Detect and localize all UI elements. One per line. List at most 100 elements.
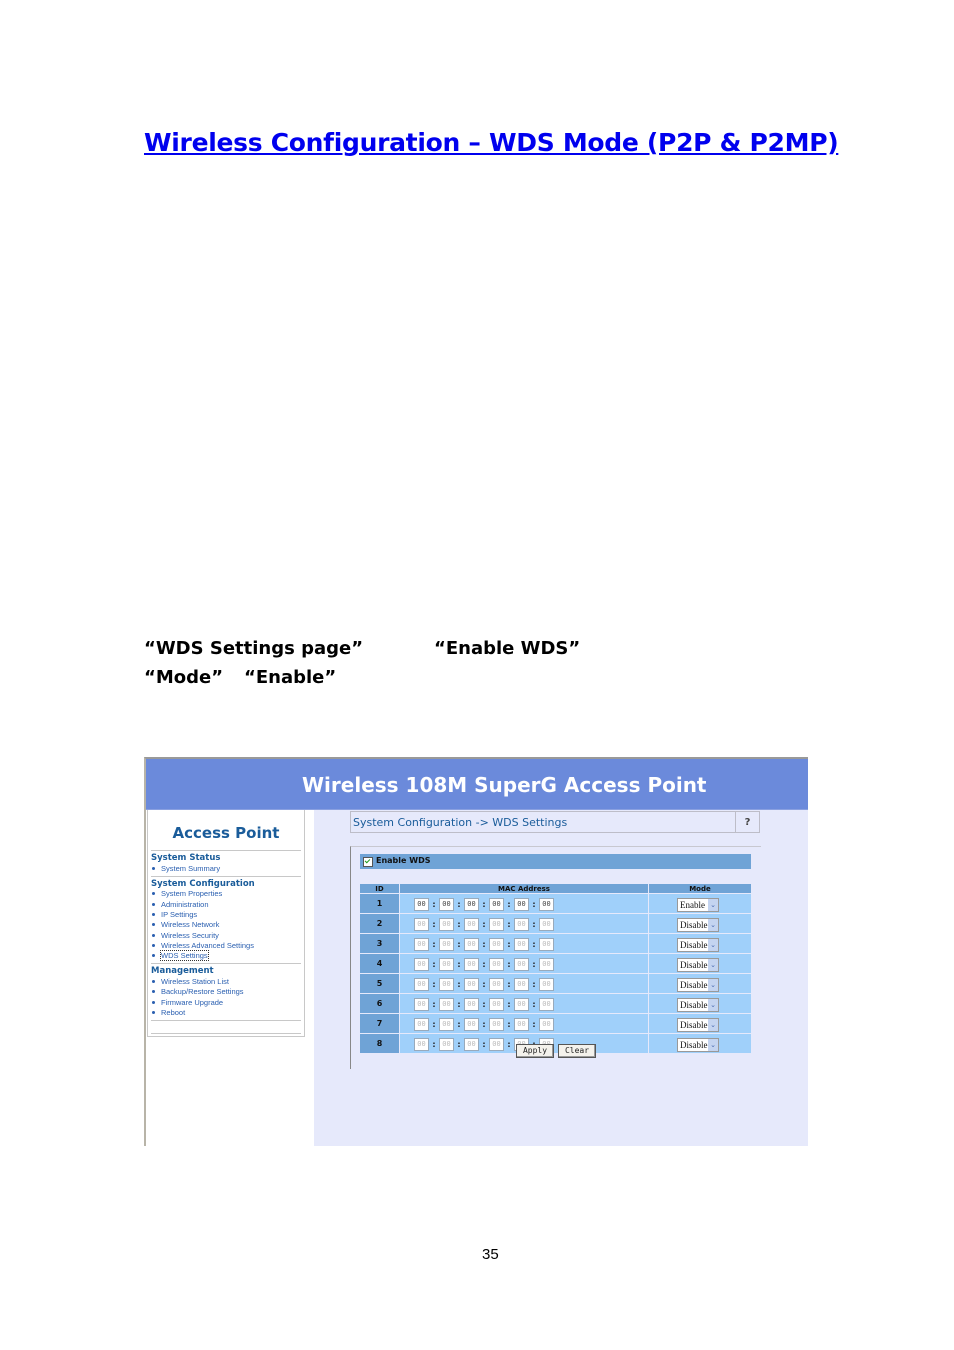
mode-select[interactable]: Disable ⌄ xyxy=(677,937,719,952)
mac-octet-input[interactable]: 00 xyxy=(489,1038,504,1051)
chevron-down-icon[interactable]: ⌄ xyxy=(708,958,718,971)
sidebar-item-label: Reboot xyxy=(161,1007,186,1017)
mac-octet-input[interactable]: 00 xyxy=(414,898,429,911)
mac-separator: : xyxy=(457,920,461,929)
mac-octet-input[interactable]: 00 xyxy=(489,938,504,951)
bullet-icon xyxy=(152,990,155,994)
sidebar-item[interactable]: Firmware Upgrade xyxy=(151,998,223,1007)
mac-octet-input[interactable]: 00 xyxy=(464,1018,479,1031)
mac-octet-input[interactable]: 00 xyxy=(414,978,429,991)
mode-value: Disable xyxy=(680,959,708,970)
mac-octet-input[interactable]: 00 xyxy=(464,1038,479,1051)
mode-value: Disable xyxy=(680,1039,708,1050)
mac-octet-input[interactable]: 00 xyxy=(514,938,529,951)
sidebar-item[interactable]: Wireless Advanced Settings xyxy=(151,941,254,950)
mode-select[interactable]: Disable ⌄ xyxy=(677,997,719,1012)
mode-select[interactable]: Enable ⌄ xyxy=(677,897,719,912)
mode-select[interactable]: Disable ⌄ xyxy=(677,957,719,972)
mac-octet-input[interactable]: 00 xyxy=(414,1018,429,1031)
mac-octet-input[interactable]: 00 xyxy=(539,998,554,1011)
mac-octet-input[interactable]: 00 xyxy=(514,978,529,991)
sidebar-item-label: IP Settings xyxy=(161,909,198,919)
mac-octet-input[interactable]: 00 xyxy=(414,938,429,951)
mac-octet-input[interactable]: 00 xyxy=(439,938,454,951)
help-button[interactable]: ? xyxy=(736,811,760,833)
mac-octet-input[interactable]: 00 xyxy=(414,918,429,931)
mac-octet-input[interactable]: 00 xyxy=(464,998,479,1011)
mac-octet-input[interactable]: 00 xyxy=(439,1018,454,1031)
mac-octet-input[interactable]: 00 xyxy=(464,938,479,951)
sidebar-item[interactable]: IP Settings xyxy=(151,910,197,919)
mac-octet-input[interactable]: 00 xyxy=(514,898,529,911)
mac-octet-input[interactable]: 00 xyxy=(414,1038,429,1051)
mode-select[interactable]: Disable ⌄ xyxy=(677,917,719,932)
mac-octet-input[interactable]: 00 xyxy=(539,978,554,991)
mac-octet-input[interactable]: 00 xyxy=(514,958,529,971)
chevron-down-icon[interactable]: ⌄ xyxy=(708,1018,718,1031)
apply-button[interactable]: Apply xyxy=(516,1044,554,1058)
chevron-down-icon[interactable]: ⌄ xyxy=(708,1038,718,1051)
mac-separator: : xyxy=(432,900,436,909)
mac-octet-input[interactable]: 00 xyxy=(539,938,554,951)
mac-octet-input[interactable]: 00 xyxy=(439,918,454,931)
mac-octet-input[interactable]: 00 xyxy=(489,918,504,931)
mode-select[interactable]: Disable ⌄ xyxy=(677,977,719,992)
mac-octet-input[interactable]: 00 xyxy=(464,898,479,911)
mac-octet-input[interactable]: 00 xyxy=(464,978,479,991)
enable-wds-checkbox[interactable] xyxy=(363,857,373,867)
chevron-down-icon[interactable]: ⌄ xyxy=(708,938,718,951)
chevron-down-icon[interactable]: ⌄ xyxy=(708,978,718,991)
mac-octet-input[interactable]: 00 xyxy=(464,958,479,971)
mac-octet-input[interactable]: 00 xyxy=(539,918,554,931)
sidebar-item[interactable]: WDS Settings xyxy=(151,950,209,962)
mac-separator: : xyxy=(432,1000,436,1009)
chevron-down-icon[interactable]: ⌄ xyxy=(708,998,718,1011)
mac-octet-input[interactable]: 00 xyxy=(489,998,504,1011)
mac-octet-input[interactable]: 00 xyxy=(514,918,529,931)
mac-octet-input[interactable]: 00 xyxy=(439,978,454,991)
mac-separator: : xyxy=(532,900,536,909)
sidebar-item[interactable]: System Summary xyxy=(151,864,220,873)
sidebar-item[interactable]: Wireless Station List xyxy=(151,977,229,986)
mac-octet-input[interactable]: 00 xyxy=(439,1038,454,1051)
clear-button[interactable]: Clear xyxy=(558,1044,596,1058)
mac-separator: : xyxy=(457,1000,461,1009)
chevron-down-icon[interactable]: ⌄ xyxy=(708,898,718,911)
sidebar-item[interactable]: System Properties xyxy=(151,889,222,898)
sidebar-title: Access Point xyxy=(172,824,280,842)
mac-separator: : xyxy=(457,960,461,969)
mac-octet-input[interactable]: 00 xyxy=(414,958,429,971)
breadcrumb: System Configuration -> WDS Settings xyxy=(350,811,736,833)
mac-octet-input[interactable]: 00 xyxy=(489,898,504,911)
mac-octet-input[interactable]: 00 xyxy=(489,1018,504,1031)
mac-octet-input[interactable]: 00 xyxy=(439,998,454,1011)
mac-octet-input[interactable]: 00 xyxy=(514,1018,529,1031)
sidebar-item-label: Wireless Station List xyxy=(161,976,229,986)
mac-octet-input[interactable]: 00 xyxy=(439,958,454,971)
row-id: 7 xyxy=(360,1013,400,1033)
instruction-enable-wds: “Enable WDS” xyxy=(434,638,581,659)
mac-octet-input[interactable]: 00 xyxy=(439,898,454,911)
mode-select[interactable]: Disable ⌄ xyxy=(677,1017,719,1032)
sidebar-item[interactable]: Wireless Security xyxy=(151,931,219,940)
mac-octet-input[interactable]: 00 xyxy=(539,958,554,971)
mac-address-field: 00:00:00:00:00:00 xyxy=(400,933,649,953)
sidebar-divider xyxy=(151,963,301,965)
sidebar-item[interactable]: Reboot xyxy=(151,1008,185,1017)
bullet-icon xyxy=(152,866,155,870)
mac-octet-input[interactable]: 00 xyxy=(414,998,429,1011)
sidebar-item[interactable]: Administration xyxy=(151,900,209,909)
sidebar-item[interactable]: Wireless Network xyxy=(151,920,219,929)
sidebar-item-label: WDS Settings xyxy=(160,950,209,962)
mac-octet-input[interactable]: 00 xyxy=(539,898,554,911)
mac-octet-input[interactable]: 00 xyxy=(464,918,479,931)
mode-select[interactable]: Disable ⌄ xyxy=(677,1037,719,1052)
bullet-icon xyxy=(152,892,155,896)
mac-separator: : xyxy=(432,980,436,989)
sidebar-item[interactable]: Backup/Restore Settings xyxy=(151,987,244,996)
mac-octet-input[interactable]: 00 xyxy=(489,978,504,991)
mac-octet-input[interactable]: 00 xyxy=(539,1018,554,1031)
mac-octet-input[interactable]: 00 xyxy=(514,998,529,1011)
chevron-down-icon[interactable]: ⌄ xyxy=(708,918,718,931)
mac-octet-input[interactable]: 00 xyxy=(489,958,504,971)
